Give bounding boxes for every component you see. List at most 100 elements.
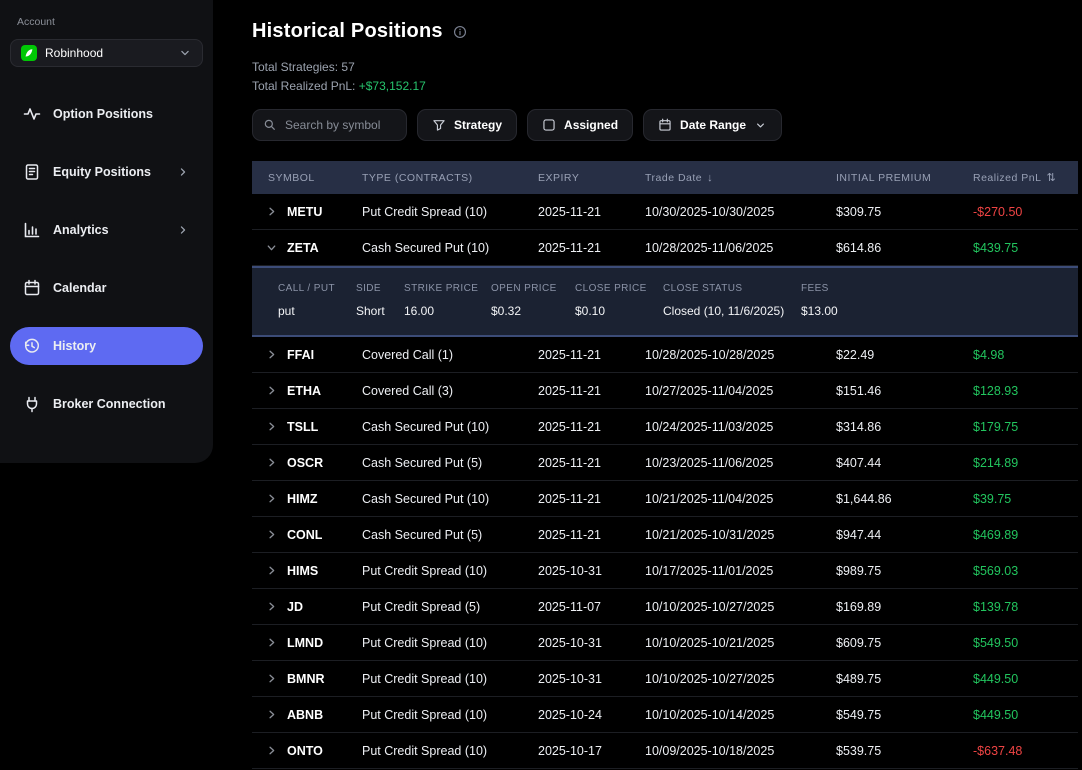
column-header-type: TYPE (CONTRACTS) [362, 172, 538, 184]
title-row: Historical Positions [252, 20, 1078, 43]
main-content: Historical Positions Total Strategies: 5… [213, 0, 1082, 770]
row-trade-date: 10/28/2025-11/06/2025 [645, 241, 836, 255]
row-premium: $489.75 [836, 672, 973, 686]
account-label: Account [17, 16, 203, 28]
row-expiry: 2025-10-31 [538, 636, 645, 650]
table-row[interactable]: BMNR Put Credit Spread (10) 2025-10-31 1… [252, 661, 1078, 697]
table-row[interactable]: ZETA Cash Secured Put (10) 2025-11-21 10… [252, 230, 1078, 266]
sidebar: Account Robinhood Option Positions Eq [0, 0, 213, 463]
row-pnl: $139.78 [973, 600, 1078, 614]
row-trade-date: 10/28/2025-10/28/2025 [645, 348, 836, 362]
chevron-right-icon [265, 672, 278, 685]
calendar-icon [658, 118, 672, 132]
search-icon [263, 118, 277, 132]
chevron-right-icon [265, 420, 278, 433]
row-premium: $609.75 [836, 636, 973, 650]
detail-value: 16.00 [404, 304, 491, 318]
expanded-leg-detail: CALL / PUTSIDESTRIKE PRICEOPEN PRICECLOS… [252, 266, 1078, 337]
table-row[interactable]: ONTO Put Credit Spread (10) 2025-10-17 1… [252, 733, 1078, 769]
row-expiry: 2025-11-07 [538, 600, 645, 614]
table-row[interactable]: TSLL Cash Secured Put (10) 2025-11-21 10… [252, 409, 1078, 445]
column-header-trade-date[interactable]: Trade Date ↓ [645, 172, 836, 184]
row-trade-date: 10/09/2025-10/18/2025 [645, 744, 836, 758]
bar-chart-icon [23, 221, 41, 239]
broker-selector[interactable]: Robinhood [10, 39, 203, 67]
info-icon[interactable] [453, 25, 467, 39]
row-trade-date: 10/27/2025-11/04/2025 [645, 384, 836, 398]
table-row[interactable]: HIMS Put Credit Spread (10) 2025-10-31 1… [252, 553, 1078, 589]
detail-column-header: CALL / PUT [278, 283, 356, 294]
chevron-down-icon [178, 46, 192, 60]
chevron-right-icon [265, 492, 278, 505]
row-premium: $989.75 [836, 564, 973, 578]
row-symbol: ETHA [287, 384, 321, 398]
row-premium: $22.49 [836, 348, 973, 362]
detail-headers: CALL / PUTSIDESTRIKE PRICEOPEN PRICECLOS… [278, 283, 1078, 294]
table-row[interactable]: JD Put Credit Spread (5) 2025-11-07 10/1… [252, 589, 1078, 625]
total-realized-pnl: Total Realized PnL: +$73,152.17 [252, 77, 1078, 96]
row-expiry: 2025-11-21 [538, 348, 645, 362]
row-trade-date: 10/10/2025-10/27/2025 [645, 600, 836, 614]
sidebar-item-analytics[interactable]: Analytics [10, 211, 203, 249]
row-expiry: 2025-11-21 [538, 205, 645, 219]
date-range-button-label: Date Range [680, 118, 746, 132]
row-symbol: ZETA [287, 241, 319, 255]
chevron-right-icon [176, 165, 190, 179]
row-expiry: 2025-11-21 [538, 456, 645, 470]
strategy-filter-button[interactable]: Strategy [417, 109, 517, 141]
chevron-right-icon [265, 636, 278, 649]
sidebar-item-option-positions[interactable]: Option Positions [10, 95, 203, 133]
app-root: Account Robinhood Option Positions Eq [0, 0, 1082, 770]
table-row[interactable]: ABNB Put Credit Spread (10) 2025-10-24 1… [252, 697, 1078, 733]
row-type: Put Credit Spread (5) [362, 600, 538, 614]
row-symbol: ONTO [287, 744, 323, 758]
row-pnl: $4.98 [973, 348, 1078, 362]
chevron-right-icon [176, 223, 190, 237]
sidebar-item-label: Option Positions [53, 107, 153, 121]
row-type: Covered Call (3) [362, 384, 538, 398]
chevron-right-icon [265, 528, 278, 541]
sidebar-item-equity-positions[interactable]: Equity Positions [10, 153, 203, 191]
date-range-button[interactable]: Date Range [643, 109, 782, 141]
row-expiry: 2025-10-17 [538, 744, 645, 758]
table-row[interactable]: LMND Put Credit Spread (10) 2025-10-31 1… [252, 625, 1078, 661]
sidebar-item-calendar[interactable]: Calendar [10, 269, 203, 307]
row-trade-date: 10/24/2025-11/03/2025 [645, 420, 836, 434]
table-row[interactable]: CONL Cash Secured Put (5) 2025-11-21 10/… [252, 517, 1078, 553]
row-pnl: $214.89 [973, 456, 1078, 470]
table-row[interactable]: METU Put Credit Spread (10) 2025-11-21 1… [252, 194, 1078, 230]
row-symbol: HIMZ [287, 492, 318, 506]
row-trade-date: 10/10/2025-10/14/2025 [645, 708, 836, 722]
positions-table: SYMBOL TYPE (CONTRACTS) EXPIRY Trade Dat… [252, 161, 1078, 769]
table-row[interactable]: ETHA Covered Call (3) 2025-11-21 10/27/2… [252, 373, 1078, 409]
activity-icon [23, 105, 41, 123]
table-row[interactable]: OSCR Cash Secured Put (5) 2025-11-21 10/… [252, 445, 1078, 481]
row-expiry: 2025-10-24 [538, 708, 645, 722]
assigned-filter-button[interactable]: Assigned [527, 109, 633, 141]
chevron-right-icon [265, 241, 278, 254]
plug-icon [23, 395, 41, 413]
table-row[interactable]: FFAI Covered Call (1) 2025-11-21 10/28/2… [252, 337, 1078, 373]
row-pnl: $179.75 [973, 420, 1078, 434]
search-input[interactable] [285, 118, 396, 132]
column-header-realized-pnl[interactable]: Realized PnL ⇅ [973, 171, 1078, 184]
detail-values: putShort16.00$0.32$0.10Closed (10, 11/6/… [278, 304, 1078, 318]
row-premium: $539.75 [836, 744, 973, 758]
chevron-right-icon [265, 564, 278, 577]
calendar-icon [23, 279, 41, 297]
row-trade-date: 10/10/2025-10/27/2025 [645, 672, 836, 686]
row-type: Cash Secured Put (10) [362, 241, 538, 255]
detail-value: $0.10 [575, 304, 663, 318]
row-premium: $947.44 [836, 528, 973, 542]
detail-value: put [278, 304, 356, 318]
row-expiry: 2025-11-21 [538, 420, 645, 434]
chevron-down-icon [754, 119, 767, 132]
sidebar-item-broker-connection[interactable]: Broker Connection [10, 385, 203, 423]
row-pnl: $569.03 [973, 564, 1078, 578]
row-symbol: METU [287, 205, 322, 219]
table-header: SYMBOL TYPE (CONTRACTS) EXPIRY Trade Dat… [252, 161, 1078, 194]
table-row[interactable]: HIMZ Cash Secured Put (10) 2025-11-21 10… [252, 481, 1078, 517]
sidebar-item-label: Analytics [53, 223, 109, 237]
sidebar-item-history[interactable]: History [10, 327, 203, 365]
row-pnl: $449.50 [973, 708, 1078, 722]
